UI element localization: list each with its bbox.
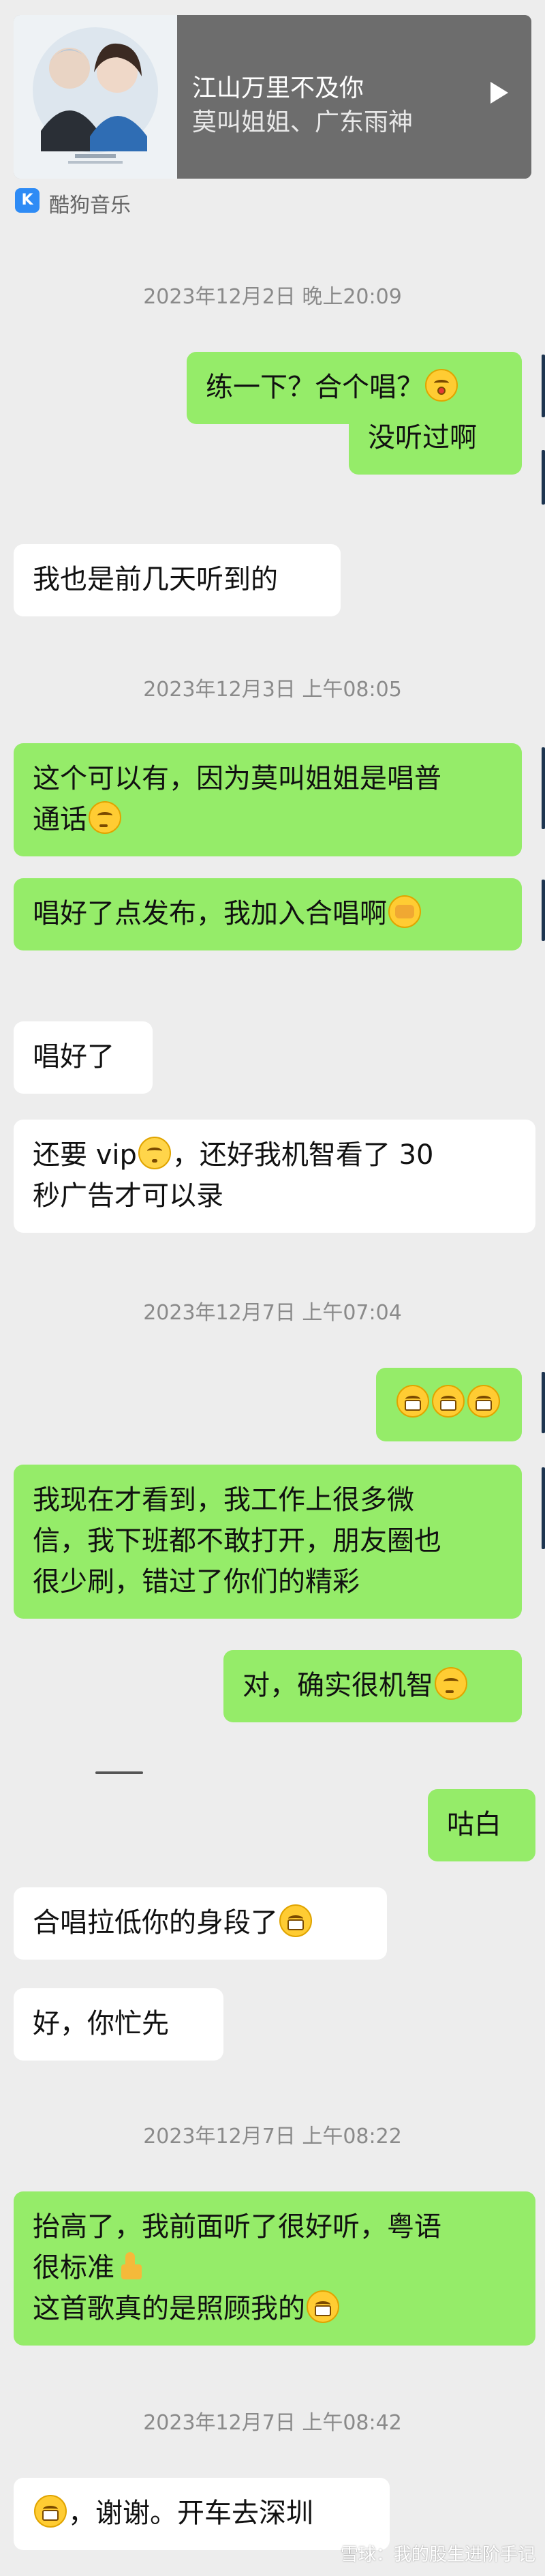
source-name: 酷狗音乐: [49, 194, 131, 218]
timestamp: 2023年12月7日 上午08:42: [143, 2411, 402, 2435]
album-cover-image: [14, 15, 177, 179]
message-bubble-sent[interactable]: 对，确实很机智: [223, 1650, 522, 1722]
wink-emoji-icon: [425, 369, 458, 402]
watermark: 雪球：我的股生进阶手记: [340, 2545, 535, 2565]
timestamp: 2023年12月7日 上午07:04: [143, 1301, 402, 1325]
grin-emoji-icon: [432, 1385, 465, 1418]
avatar-edge: [542, 1372, 545, 1433]
message-text: 练一下？合个唱？: [206, 372, 424, 403]
message-text: ，谢谢。开车去深圳: [68, 2498, 313, 2529]
song-artists: 莫叫姐姐、广东雨神: [192, 108, 414, 136]
message-bubble-received[interactable]: 好，你忙先: [14, 1988, 223, 2061]
song-title: 江山万里不及你: [192, 74, 364, 102]
message-bubble-received[interactable]: 合唱拉低你的身段了: [14, 1887, 387, 1960]
message-bubble-received[interactable]: 还要 vip ，还好我机智看了 30 秒广告才可以录: [14, 1120, 535, 1233]
thinking-emoji-icon: [435, 1667, 467, 1700]
thinking-emoji-icon: [89, 801, 121, 834]
timestamp: 2023年12月2日 晚上20:09: [143, 285, 402, 309]
message-text: 很标准: [33, 2252, 114, 2283]
handshake-emoji-icon: [388, 895, 421, 928]
grin-emoji-icon: [467, 1385, 500, 1418]
timestamp: 2023年12月3日 上午08:05: [143, 678, 402, 702]
play-icon[interactable]: [490, 82, 508, 104]
avatar-edge: [542, 747, 545, 829]
message-text: 我现在才看到，我工作上很多微: [33, 1484, 414, 1516]
grin-emoji-icon: [34, 2495, 67, 2528]
message-bubble-sent[interactable]: 抬高了，我前面听了很好听，粤语 很标准 这首歌真的是照顾我的: [14, 2191, 535, 2346]
message-bubble-received[interactable]: ，谢谢。开车去深圳: [14, 2478, 390, 2550]
grin-emoji-icon: [396, 1385, 429, 1418]
message-bubble-sent[interactable]: 唱好了点发布，我加入合唱啊: [14, 878, 522, 950]
message-bubble-sent[interactable]: [376, 1368, 522, 1441]
avatar-edge: [542, 1467, 545, 1549]
timestamp: 2023年12月7日 上午08:22: [143, 2125, 402, 2148]
message-text: 还要 vip: [33, 1139, 137, 1171]
avatar-edge: [542, 450, 545, 505]
message-text: 对，确实很机智: [243, 1670, 433, 1701]
thumbs-up-emoji-icon: [116, 2249, 149, 2282]
message-bubble-received[interactable]: 我也是前几天听到的: [14, 544, 341, 616]
message-text: 唱好了: [33, 1041, 114, 1073]
message-text: 唱好了点发布，我加入合唱啊: [33, 898, 387, 929]
message-text: 没听过啊: [368, 422, 477, 453]
message-bubble-sent[interactable]: 没听过啊: [349, 402, 522, 475]
message-text: 抬高了，我前面听了很好听，粤语: [33, 2211, 441, 2243]
music-info-panel: 江山万里不及你 莫叫姐姐、广东雨神: [177, 15, 531, 179]
grin-emoji-icon: [307, 2290, 339, 2323]
message-text: 好，你忙先: [33, 2008, 169, 2039]
message-text: 通话: [33, 804, 87, 835]
message-text: 合唱拉低你的身段了: [33, 1907, 278, 1938]
message-bubble-received[interactable]: 唱好了: [14, 1021, 153, 1094]
message-text: 这个可以有，因为莫叫姐姐是唱普: [33, 763, 441, 794]
message-bubble-sent[interactable]: 我现在才看到，我工作上很多微 信，我下班都不敢打开，朋友圈也 很少刷，错过了你们…: [14, 1465, 522, 1619]
message-bubble-sent[interactable]: 咕白: [428, 1789, 535, 1861]
kugou-icon: K: [15, 188, 40, 213]
music-share-card[interactable]: 江山万里不及你 莫叫姐姐、广东雨神: [14, 15, 531, 179]
message-text: 这首歌真的是照顾我的: [33, 2293, 305, 2324]
message-text: ，还好我机智看了 30: [172, 1139, 434, 1171]
divider-mark: [95, 1771, 143, 1774]
avatar-edge: [542, 355, 545, 417]
message-text: 我也是前几天听到的: [33, 564, 278, 595]
avatar-edge: [542, 880, 545, 941]
message-bubble-sent[interactable]: 这个可以有，因为莫叫姐姐是唱普 通话: [14, 743, 522, 856]
message-text: 咕白: [447, 1809, 501, 1840]
message-text: 信，我下班都不敢打开，朋友圈也: [33, 1525, 441, 1557]
message-text: 秒广告才可以录: [33, 1180, 223, 1212]
grin-emoji-icon: [279, 1904, 312, 1937]
message-text: 很少刷，错过了你们的精彩: [33, 1566, 360, 1598]
awkward-smile-emoji-icon: [138, 1137, 171, 1169]
